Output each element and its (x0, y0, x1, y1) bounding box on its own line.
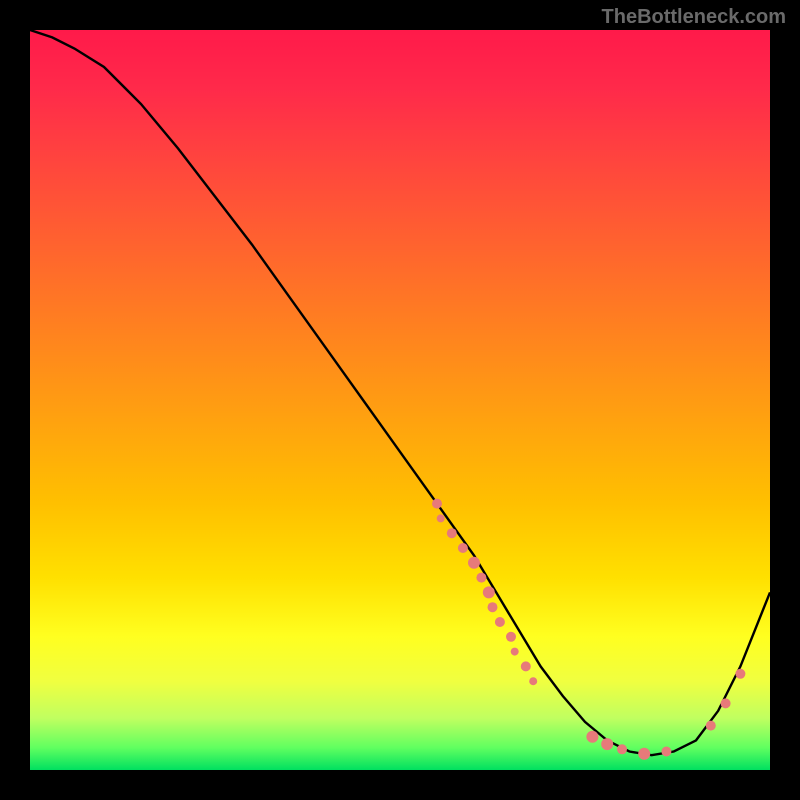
scatter-point (529, 677, 537, 685)
scatter-point (437, 514, 445, 522)
scatter-point (506, 632, 516, 642)
scatter-point (432, 499, 442, 509)
scatter-point (601, 738, 613, 750)
watermark-text: TheBottleneck.com (602, 6, 786, 29)
bottleneck-curve (30, 30, 770, 755)
scatter-point (495, 617, 505, 627)
scatter-point (706, 721, 716, 731)
chart-svg (30, 30, 770, 770)
scatter-point (521, 661, 531, 671)
scatter-point (661, 747, 671, 757)
scatter-point (721, 698, 731, 708)
scatter-point (458, 543, 468, 553)
scatter-point (468, 557, 480, 569)
scatter-points (432, 499, 745, 760)
scatter-point (488, 602, 498, 612)
scatter-point (586, 731, 598, 743)
chart-plot-area (30, 30, 770, 770)
scatter-point (735, 669, 745, 679)
scatter-point (483, 586, 495, 598)
scatter-point (617, 744, 627, 754)
scatter-point (447, 528, 457, 538)
scatter-point (511, 648, 519, 656)
scatter-point (476, 573, 486, 583)
scatter-point (638, 748, 650, 760)
